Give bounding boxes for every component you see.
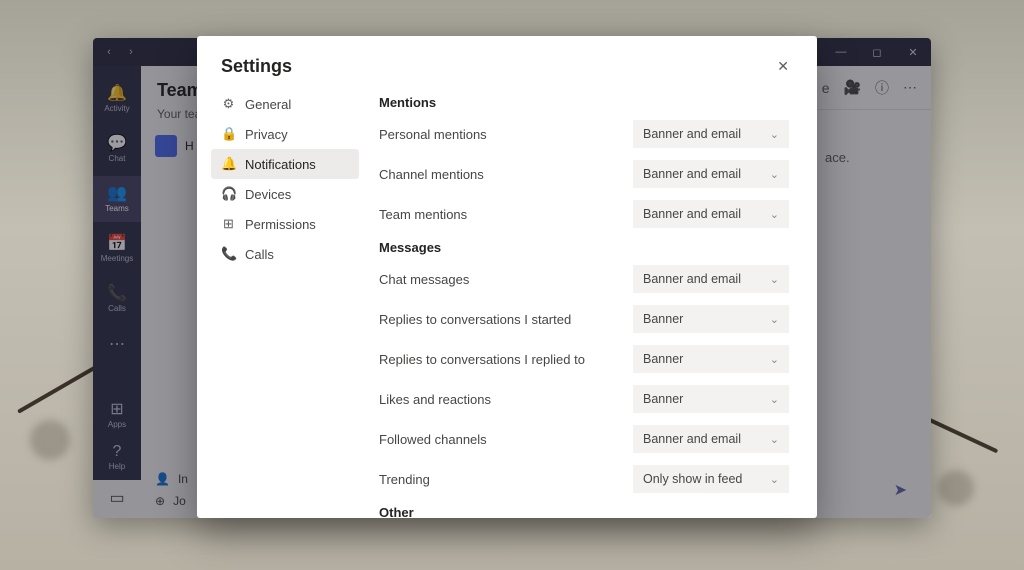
settings-nav-devices[interactable]: 🎧Devices	[211, 179, 359, 209]
settings-nav-calls[interactable]: 📞Calls	[211, 239, 359, 269]
dropdown-chat-messages[interactable]: Banner and email⌄	[633, 265, 789, 293]
section-heading-mentions: Mentions	[379, 95, 789, 110]
setting-row-personal-mentions: Personal mentions Banner and email⌄	[379, 120, 789, 148]
settings-nav-permissions[interactable]: ⊞Permissions	[211, 209, 359, 239]
setting-row-replies-started: Replies to conversations I started Banne…	[379, 305, 789, 333]
headset-icon: 🎧	[221, 186, 236, 202]
settings-nav-general[interactable]: ⚙General	[211, 89, 359, 119]
settings-nav-notifications[interactable]: 🔔Notifications	[211, 149, 359, 179]
section-heading-messages: Messages	[379, 240, 789, 255]
chevron-down-icon: ⌄	[770, 473, 779, 486]
close-icon[interactable]: ✕	[773, 56, 793, 77]
section-heading-other: Other	[379, 505, 789, 518]
dropdown-replies-started[interactable]: Banner⌄	[633, 305, 789, 333]
settings-title: Settings	[221, 56, 292, 77]
setting-row-chat-messages: Chat messages Banner and email⌄	[379, 265, 789, 293]
setting-row-trending: Trending Only show in feed⌄	[379, 465, 789, 493]
chevron-down-icon: ⌄	[770, 128, 779, 141]
bg-flower	[938, 470, 974, 506]
setting-row-replies-replied: Replies to conversations I replied to Ba…	[379, 345, 789, 373]
dropdown-personal-mentions[interactable]: Banner and email⌄	[633, 120, 789, 148]
dropdown-team-mentions[interactable]: Banner and email⌄	[633, 200, 789, 228]
lock-icon: 🔒	[221, 126, 236, 142]
settings-nav: ⚙General 🔒Privacy 🔔Notifications 🎧Device…	[197, 83, 369, 518]
chevron-down-icon: ⌄	[770, 313, 779, 326]
chevron-down-icon: ⌄	[770, 353, 779, 366]
chevron-down-icon: ⌄	[770, 168, 779, 181]
dropdown-trending[interactable]: Only show in feed⌄	[633, 465, 789, 493]
bg-flower	[30, 420, 70, 460]
chevron-down-icon: ⌄	[770, 273, 779, 286]
settings-modal: Settings ✕ ⚙General 🔒Privacy 🔔Notificati…	[197, 36, 817, 518]
dropdown-channel-mentions[interactable]: Banner and email⌄	[633, 160, 789, 188]
phone-icon: 📞	[221, 246, 236, 262]
bell-icon: 🔔	[221, 156, 236, 172]
chevron-down-icon: ⌄	[770, 433, 779, 446]
chevron-down-icon: ⌄	[770, 393, 779, 406]
settings-content: Mentions Personal mentions Banner and em…	[369, 83, 817, 518]
grid-icon: ⊞	[221, 216, 236, 232]
setting-row-team-mentions: Team mentions Banner and email⌄	[379, 200, 789, 228]
dropdown-likes[interactable]: Banner⌄	[633, 385, 789, 413]
settings-nav-privacy[interactable]: 🔒Privacy	[211, 119, 359, 149]
setting-row-likes: Likes and reactions Banner⌄	[379, 385, 789, 413]
setting-row-channel-mentions: Channel mentions Banner and email⌄	[379, 160, 789, 188]
chevron-down-icon: ⌄	[770, 208, 779, 221]
dropdown-followed-channels[interactable]: Banner and email⌄	[633, 425, 789, 453]
dropdown-replies-replied[interactable]: Banner⌄	[633, 345, 789, 373]
gear-icon: ⚙	[221, 96, 236, 112]
setting-row-followed-channels: Followed channels Banner and email⌄	[379, 425, 789, 453]
